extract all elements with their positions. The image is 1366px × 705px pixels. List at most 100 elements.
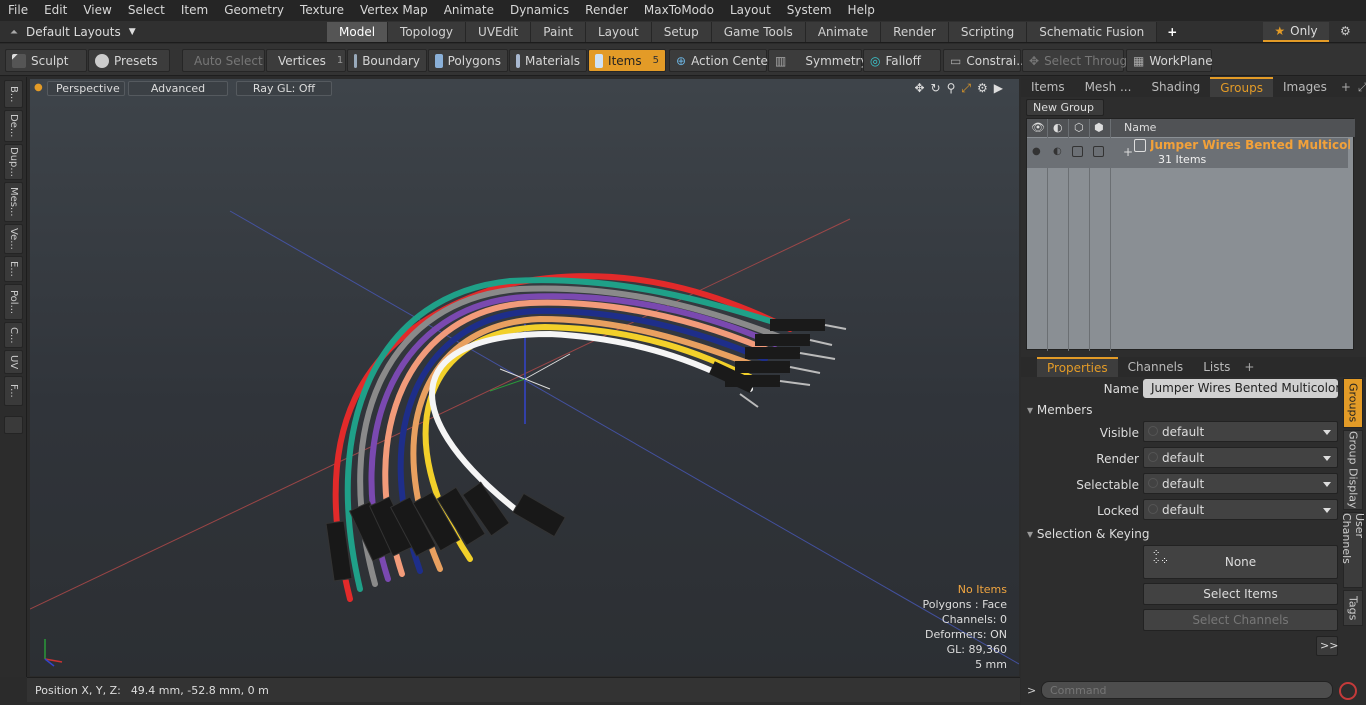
- workplane-button[interactable]: ▦ WorkPlane: [1126, 49, 1213, 72]
- left-tab-uv[interactable]: UV: [4, 350, 23, 374]
- menu-layout[interactable]: Layout: [722, 0, 779, 21]
- sculpt-button[interactable]: Sculpt: [5, 49, 87, 72]
- left-tab-vertex[interactable]: Ve...: [4, 224, 23, 254]
- shading-button[interactable]: Advanced: [128, 81, 228, 96]
- polygons-button[interactable]: Polygons: [428, 49, 508, 72]
- viewport-settings-icon[interactable]: ⚙: [977, 81, 988, 96]
- viewport-expand-icon[interactable]: ▶: [994, 81, 1003, 96]
- locked-dropdown[interactable]: default: [1143, 499, 1338, 520]
- menu-file[interactable]: File: [0, 0, 36, 21]
- raygl-button[interactable]: Ray GL: Off: [236, 81, 332, 96]
- tab-lists[interactable]: Lists: [1193, 358, 1240, 376]
- left-tab-polygon[interactable]: Pol...: [4, 284, 23, 320]
- left-tab-curve[interactable]: C...: [4, 322, 23, 348]
- pan-icon[interactable]: ✥: [914, 81, 924, 96]
- visibility-toggle[interactable]: ●: [1032, 146, 1041, 157]
- select-channels-button[interactable]: Select Channels: [1143, 609, 1338, 631]
- tab-properties[interactable]: Properties: [1037, 357, 1118, 377]
- add-panel-tab-button[interactable]: +: [1337, 80, 1355, 94]
- side-tab-groups[interactable]: Groups: [1343, 378, 1363, 428]
- constraints-button[interactable]: ▭ Constrai...: [943, 49, 1028, 72]
- menu-maxtomodo[interactable]: MaxToModo: [636, 0, 722, 21]
- left-tab-basic[interactable]: B...: [4, 80, 23, 108]
- left-tab-deform[interactable]: De...: [4, 110, 23, 142]
- falloff-button[interactable]: ◎ Falloff: [863, 49, 941, 72]
- tab-setup[interactable]: Setup: [651, 22, 712, 42]
- tab-items[interactable]: Items: [1021, 78, 1075, 96]
- tab-uvedit[interactable]: UVEdit: [466, 22, 532, 42]
- rotate-icon[interactable]: ↻: [931, 81, 941, 96]
- render-dropdown[interactable]: default: [1143, 447, 1338, 468]
- tab-paint[interactable]: Paint: [531, 22, 586, 42]
- select-toggle[interactable]: [1093, 146, 1104, 157]
- view-type-button[interactable]: Perspective: [47, 81, 125, 96]
- action-center-button[interactable]: ⊕ Action Center: [669, 49, 773, 72]
- tab-schematic-fusion[interactable]: Schematic Fusion: [1027, 22, 1158, 42]
- render-toggle[interactable]: ◐: [1053, 146, 1062, 157]
- tab-groups[interactable]: Groups: [1210, 77, 1273, 97]
- fit-icon[interactable]: ⤢: [961, 81, 971, 96]
- none-button[interactable]: ⁘ ⁘⁘ None: [1143, 545, 1338, 579]
- left-tab-edge[interactable]: E...: [4, 256, 23, 282]
- expand-icon[interactable]: +: [1123, 145, 1133, 159]
- visible-dropdown[interactable]: default: [1143, 421, 1338, 442]
- 3d-viewport[interactable]: ● Perspective Advanced Ray GL: Off ✥ ↻ ⚲…: [30, 79, 1019, 676]
- menu-select[interactable]: Select: [120, 0, 173, 21]
- panel-maximize-icon[interactable]: ⤢: [1355, 80, 1366, 95]
- tab-layout[interactable]: Layout: [585, 22, 652, 42]
- tab-game-tools[interactable]: Game Tools: [711, 22, 806, 42]
- side-tab-group-display[interactable]: Group Display: [1343, 430, 1363, 510]
- side-tab-user-channels[interactable]: User Channels: [1340, 512, 1366, 588]
- menu-vertex-map[interactable]: Vertex Map: [352, 0, 436, 21]
- left-tab-duplicate[interactable]: Dup...: [4, 144, 23, 180]
- only-toggle[interactable]: ★ Only: [1263, 22, 1329, 42]
- left-strip-expand[interactable]: [4, 416, 23, 434]
- vertices-button[interactable]: Vertices 1: [266, 49, 346, 72]
- auto-select-button[interactable]: Auto Select: [182, 49, 265, 72]
- layouts-dropdown[interactable]: ⏶ Default Layouts ▼: [0, 21, 168, 43]
- more-button[interactable]: >>: [1316, 636, 1338, 656]
- tab-animate[interactable]: Animate: [805, 22, 882, 42]
- members-section[interactable]: Members: [1027, 403, 1093, 417]
- left-tab-mesh-edit[interactable]: Mes...: [4, 182, 23, 222]
- menu-render[interactable]: Render: [577, 0, 636, 21]
- left-tab-fusion[interactable]: F...: [4, 376, 23, 406]
- boundary-button[interactable]: Boundary: [347, 49, 427, 72]
- name-field[interactable]: Jumper Wires Bented Multicolored (33: [1143, 379, 1338, 398]
- presets-button[interactable]: Presets: [88, 49, 170, 72]
- menu-help[interactable]: Help: [840, 0, 883, 21]
- tab-render[interactable]: Render: [881, 22, 949, 42]
- name-column-header[interactable]: Name: [1124, 121, 1156, 134]
- side-tab-tags[interactable]: Tags: [1343, 590, 1363, 626]
- tab-scripting[interactable]: Scripting: [948, 22, 1028, 42]
- tab-channels[interactable]: Channels: [1118, 358, 1194, 376]
- symmetry-button[interactable]: ▥ Symmetry: [768, 49, 868, 72]
- add-tab-button[interactable]: +: [1157, 22, 1187, 42]
- selectable-dropdown[interactable]: default: [1143, 473, 1338, 494]
- record-icon[interactable]: [1339, 682, 1357, 700]
- gear-icon[interactable]: ⚙: [1340, 24, 1351, 38]
- menu-animate[interactable]: Animate: [436, 0, 502, 21]
- tab-mesh[interactable]: Mesh ...: [1075, 78, 1142, 96]
- menu-view[interactable]: View: [75, 0, 119, 21]
- select-through-button[interactable]: ✥ Select Through: [1022, 49, 1135, 72]
- menu-geometry[interactable]: Geometry: [216, 0, 292, 21]
- menu-texture[interactable]: Texture: [292, 0, 352, 21]
- tab-shading[interactable]: Shading: [1141, 78, 1210, 96]
- tab-images[interactable]: Images: [1273, 78, 1337, 96]
- selection-keying-section[interactable]: Selection & Keying: [1027, 527, 1150, 541]
- select-items-button[interactable]: Select Items: [1143, 583, 1338, 605]
- materials-button[interactable]: Materials: [509, 49, 587, 72]
- new-group-button[interactable]: New Group: [1026, 99, 1104, 116]
- menu-dynamics[interactable]: Dynamics: [502, 0, 577, 21]
- lock-toggle[interactable]: [1072, 146, 1083, 157]
- menu-edit[interactable]: Edit: [36, 0, 75, 21]
- group-row[interactable]: ● ◐ + Jumper Wires Bented Multicolor ...…: [1027, 138, 1350, 168]
- tab-topology[interactable]: Topology: [388, 22, 467, 42]
- menu-system[interactable]: System: [779, 0, 840, 21]
- tab-model[interactable]: Model: [327, 22, 389, 42]
- items-button[interactable]: Items 5: [588, 49, 666, 72]
- viewport-menu-icon[interactable]: ●: [34, 82, 43, 93]
- add-properties-tab-button[interactable]: +: [1240, 360, 1258, 374]
- zoom-icon[interactable]: ⚲: [947, 81, 956, 96]
